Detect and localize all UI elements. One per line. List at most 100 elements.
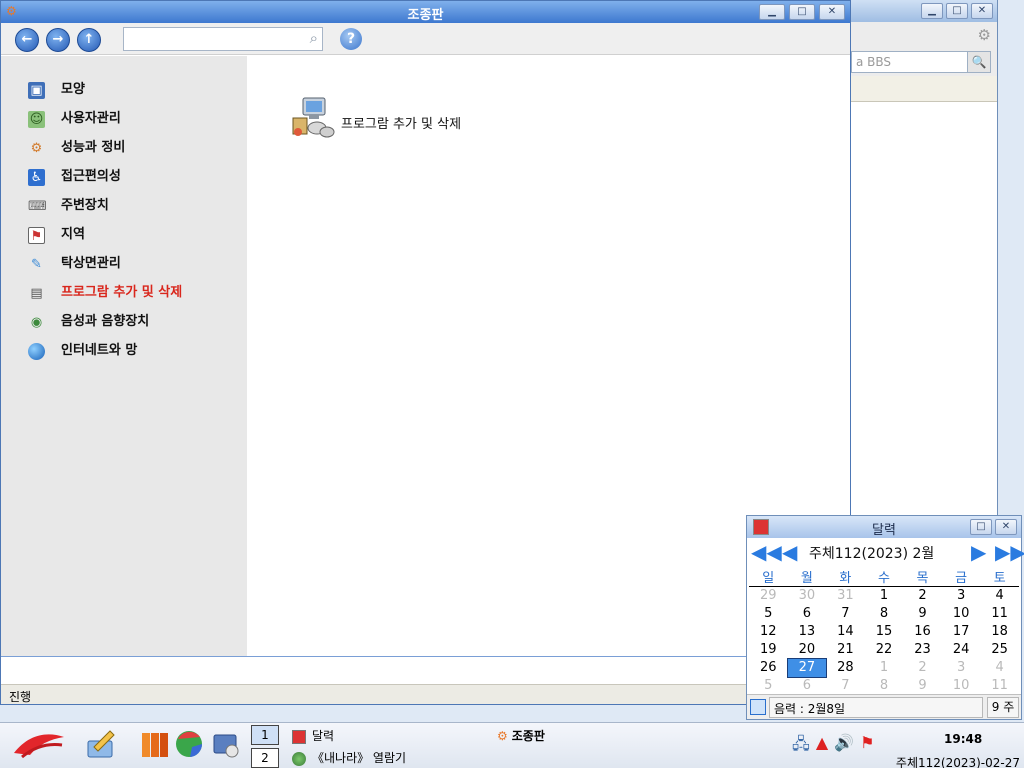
sidebar-item-peripherals[interactable]: ⌨ 주변장치 (1, 198, 247, 227)
calendar-day[interactable]: 29 (749, 587, 788, 605)
calendar-day[interactable]: 30 (788, 587, 827, 605)
calendar-day[interactable]: 15 (865, 623, 904, 641)
calendar-day[interactable]: 31 (826, 587, 865, 605)
calendar-day[interactable]: 19 (749, 641, 788, 659)
calendar-day[interactable]: 5 (749, 605, 788, 623)
calendar-day[interactable]: 25 (980, 641, 1019, 659)
date: 주체112(2023)-02-27 (895, 756, 1020, 768)
forward-arrow-icon[interactable]: → (46, 28, 70, 52)
flag-icon[interactable]: ⚑ (860, 733, 874, 760)
sidebar-item-internet[interactable]: 인터네트와 망 (1, 343, 247, 372)
task-control-panel[interactable]: ⚙ 조종판 (497, 727, 545, 744)
sidebar-item-sound[interactable]: ◉ 음성과 음향장치 (1, 314, 247, 343)
calendar-day[interactable]: 2 (903, 587, 942, 605)
calendar-day[interactable]: 11 (980, 605, 1019, 623)
update-icon[interactable]: ▲ (816, 733, 828, 760)
sidebar-item-users[interactable]: ☺ 사용자관리 (1, 111, 247, 140)
sidebar-item-accessibility[interactable]: ♿ 접근편의성 (1, 169, 247, 198)
workspace-1-button[interactable]: 1 (251, 725, 279, 745)
add-remove-programs-item[interactable]: 프로그람 추가 및 삭제 (289, 96, 529, 140)
terminal-icon[interactable] (750, 699, 766, 715)
sidebar-item-desktop[interactable]: ✎ 탁상면관리 (1, 256, 247, 285)
calendar-titlebar[interactable]: 달력 □ ✕ (747, 516, 1021, 538)
background-search-row: a BBS 🔍 (841, 48, 997, 76)
window-titlebar[interactable]: ⚙ 조종판 ▁ □ ✕ (1, 1, 850, 23)
task-label: 조종판 (511, 729, 545, 743)
calendar-day[interactable]: 1 (865, 587, 904, 605)
sidebar-item-label: 음성과 음향장치 (61, 314, 150, 329)
calendar-maximize-button[interactable]: □ (970, 519, 992, 535)
calendar-day[interactable]: 21 (826, 641, 865, 659)
bg-close-button[interactable]: ✕ (971, 3, 993, 19)
gear-icon[interactable]: ⚙ (978, 26, 991, 44)
help-icon[interactable]: ? (340, 28, 362, 50)
calendar-day[interactable]: 26 (749, 659, 788, 677)
calendar-day[interactable]: 8 (865, 605, 904, 623)
calendar-day[interactable]: 5 (749, 677, 788, 695)
settings-pencil-icon[interactable] (84, 727, 118, 761)
office-icon[interactable] (138, 727, 172, 761)
sidebar-item-appearance[interactable]: ▣ 모양 (1, 82, 247, 111)
next-year-icon[interactable]: ▶▶ (995, 541, 1024, 563)
prev-year-icon[interactable]: ◀◀ (751, 541, 782, 563)
calendar-day[interactable]: 4 (980, 587, 1019, 605)
calendar-day-today[interactable]: 27 (786, 657, 828, 678)
calendar-day[interactable]: 11 (980, 677, 1019, 695)
network-icon[interactable]: 🖧 (792, 733, 810, 760)
calendar-day[interactable]: 8 (865, 677, 904, 695)
start-menu-icon[interactable] (10, 727, 68, 761)
calendar-task-icon (292, 729, 306, 744)
calendar-day[interactable]: 17 (942, 623, 981, 641)
search-icon[interactable]: ⌕ (310, 29, 318, 47)
workspace-2-button[interactable]: 2 (251, 748, 279, 768)
calendar-day[interactable]: 22 (865, 641, 904, 659)
calendar-day[interactable]: 1 (865, 659, 904, 677)
clock[interactable]: 19:48 (944, 732, 982, 746)
task-calendar[interactable]: 달력 (292, 727, 334, 744)
prev-month-icon[interactable]: ◀ (782, 541, 797, 563)
sidebar-item-add-remove-programs[interactable]: ▤ 프로그람 추가 및 삭제 (1, 285, 247, 314)
bg-minimize-button[interactable]: ▁ (921, 3, 943, 19)
task-browser[interactable]: 《내나라》 열람기 (292, 749, 406, 766)
calendar-day[interactable]: 10 (942, 605, 981, 623)
calendar-day[interactable]: 7 (826, 605, 865, 623)
calendar-day[interactable]: 13 (788, 623, 827, 641)
back-arrow-icon[interactable]: ← (15, 28, 39, 52)
calendar-day[interactable]: 23 (903, 641, 942, 659)
calendar-day[interactable]: 24 (942, 641, 981, 659)
up-arrow-icon[interactable]: ↑ (77, 28, 101, 52)
calendar-day[interactable]: 2 (903, 659, 942, 677)
calendar-day[interactable]: 3 (942, 587, 981, 605)
calendar-day[interactable]: 6 (788, 605, 827, 623)
bg-maximize-button[interactable]: □ (946, 3, 968, 19)
calendar-day[interactable]: 3 (942, 659, 981, 677)
calendar-day[interactable]: 10 (942, 677, 981, 695)
calendar-day[interactable]: 12 (749, 623, 788, 641)
calendar-close-button[interactable]: ✕ (995, 519, 1017, 535)
browser-icon[interactable] (172, 727, 206, 761)
calendar-day[interactable]: 9 (903, 677, 942, 695)
address-search-input[interactable]: ⌕ (123, 27, 323, 51)
magnifier-icon[interactable]: 🔍 (967, 51, 991, 73)
calendar-day[interactable]: 20 (788, 641, 827, 659)
close-button[interactable]: ✕ (819, 4, 845, 20)
volume-icon[interactable]: 🔊 (834, 733, 854, 760)
calendar-day[interactable]: 6 (788, 677, 827, 695)
sidebar-item-label: 프로그람 추가 및 삭제 (61, 285, 183, 300)
next-month-icon[interactable]: ▶ (971, 541, 986, 563)
calendar-day[interactable]: 16 (903, 623, 942, 641)
sidebar-item-region[interactable]: ⚑ 지역 (1, 227, 247, 256)
users-icon: ☺ (28, 111, 45, 128)
calendar-day[interactable]: 18 (980, 623, 1019, 641)
calendar-day[interactable]: 9 (903, 605, 942, 623)
background-search-input[interactable]: a BBS (851, 51, 981, 73)
sidebar-item-performance[interactable]: ⚙ 성능과 정비 (1, 140, 247, 169)
maximize-button[interactable]: □ (789, 4, 815, 20)
sidebar-item-label: 모양 (61, 82, 85, 97)
calendar-day[interactable]: 28 (826, 659, 865, 677)
calendar-day[interactable]: 14 (826, 623, 865, 641)
calendar-day[interactable]: 7 (826, 677, 865, 695)
media-icon[interactable] (208, 727, 242, 761)
minimize-button[interactable]: ▁ (759, 4, 785, 20)
calendar-day[interactable]: 4 (980, 659, 1019, 677)
